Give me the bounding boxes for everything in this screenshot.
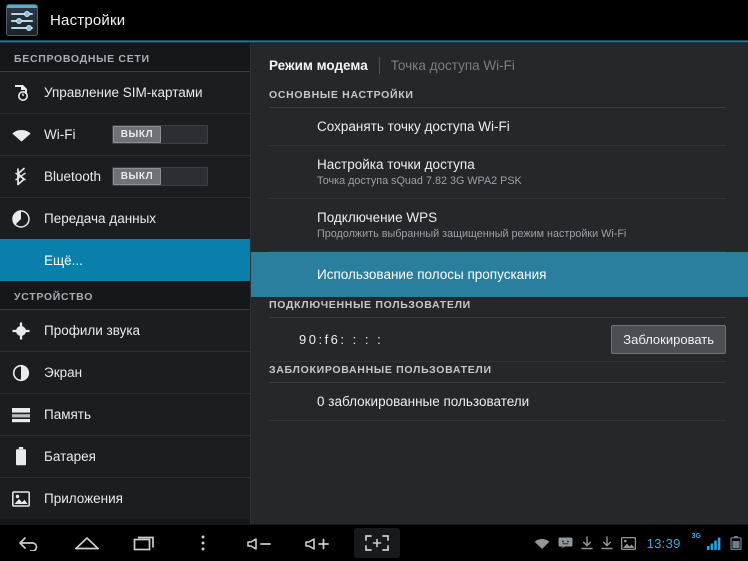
row-title: Использование полосы пропускания [317, 267, 547, 282]
row-title: Сохранять точку доступа Wi-Fi [317, 119, 510, 134]
recents-icon[interactable] [116, 525, 174, 561]
section-header-main-settings: ОСНОВНЫЕ НАСТРОЙКИ [269, 89, 414, 101]
row-keep-wifi-hotspot[interactable]: Сохранять точку доступа Wi-Fi [269, 108, 726, 146]
sidebar-section-header: УСТРОЙСТВО [14, 291, 94, 303]
sidebar-item-label: Ещё... [44, 253, 83, 268]
sidebar-item-bluetooth[interactable]: Bluetooth ВЫКЛ [0, 155, 250, 197]
sidebar-item-sim-management[interactable]: Управление SIM-картами [0, 71, 250, 113]
table-row[interactable]: 90:f6: : : : Заблокировать [269, 318, 726, 362]
android-settings-screen: Настройки БЕСПРОВОДНЫЕ СЕТИ Управление S… [0, 0, 748, 561]
sim-card-icon [10, 82, 32, 104]
signal-bars-icon [707, 536, 722, 550]
tethering-content-panel: Режим модема Точка доступа Wi-Fi ОСНОВНЫ… [251, 43, 748, 524]
settings-sidebar[interactable]: БЕСПРОВОДНЫЕ СЕТИ Управление SIM-картами… [0, 43, 251, 524]
sidebar-item-label: Wi-Fi [44, 127, 76, 142]
title-bar: Настройки [0, 0, 748, 40]
sms-icon [558, 537, 573, 549]
display-brightness-icon [10, 362, 32, 384]
screenshot-icon[interactable] [354, 528, 400, 558]
sound-profiles-icon [10, 320, 32, 342]
section-header-connected-users: ПОДКЛЮЧЕННЫЕ ПОЛЬЗОВАТЕЛИ [269, 299, 471, 311]
row-title: Подключение WPS [317, 210, 438, 225]
battery-status-icon [730, 536, 742, 550]
connected-user-mac: 90:f6: : : : [299, 332, 384, 347]
row-title: 0 заблокированные пользователи [317, 394, 530, 409]
sidebar-item-storage[interactable]: Память [0, 393, 250, 435]
breadcrumb-inactive-tab[interactable]: Точка доступа Wi-Fi [391, 58, 515, 73]
battery-icon [10, 446, 32, 468]
storage-icon [10, 404, 32, 426]
network-type-label: 3G [691, 533, 701, 540]
row-blocked-users-count[interactable]: 0 заблокированные пользователи [269, 383, 726, 421]
toggle-state-label: ВЫКЛ [113, 168, 161, 185]
sidebar-item-label: Профили звука [44, 323, 141, 338]
row-wps-connection[interactable]: Подключение WPS Продолжить выбранный защ… [269, 199, 726, 252]
breadcrumb-active-tab[interactable]: Режим модема [269, 58, 368, 73]
sidebar-item-label: Память [44, 407, 92, 422]
breadcrumb-separator [378, 57, 380, 74]
sidebar-item-label: Приложения [44, 491, 123, 506]
back-icon[interactable] [0, 525, 58, 561]
section-header-blocked-users: ЗАБЛОКИРОВАННЫЕ ПОЛЬЗОВАТЕЛИ [269, 364, 492, 376]
sidebar-item-battery[interactable]: Батарея [0, 435, 250, 477]
row-bandwidth-usage[interactable]: Использование полосы пропускания [251, 252, 748, 297]
sidebar-item-apps[interactable]: Приложения [0, 477, 250, 519]
sidebar-item-display[interactable]: Экран [0, 351, 250, 393]
wifi-status-icon [534, 537, 550, 550]
wifi-icon [10, 124, 32, 146]
sidebar-item-wifi[interactable]: Wi-Fi ВЫКЛ [0, 113, 250, 155]
volume-down-icon[interactable] [232, 525, 290, 561]
row-title: Настройка точки доступа [317, 157, 475, 172]
sidebar-item-label: Bluetooth [44, 169, 102, 184]
bluetooth-toggle[interactable]: ВЫКЛ [112, 167, 208, 186]
status-clock: 13:39 [646, 535, 681, 551]
screenshot-saved-icon [620, 536, 636, 550]
settings-sliders-icon [6, 4, 38, 36]
bluetooth-icon [10, 166, 32, 188]
apps-icon [10, 488, 32, 510]
status-bar-icons: 13:39 3G [534, 525, 742, 561]
volume-up-icon[interactable] [290, 525, 348, 561]
block-user-button[interactable]: Заблокировать [611, 325, 726, 354]
row-subtitle: Точка доступа sQuad 7.82 3G WPA2 PSK [317, 175, 522, 187]
sidebar-item-label: Экран [44, 365, 83, 380]
toggle-state-label: ВЫКЛ [113, 126, 161, 143]
sidebar-item-more[interactable]: Ещё... [0, 239, 250, 281]
sidebar-item-sound-profiles[interactable]: Профили звука [0, 309, 250, 351]
download-icon [600, 536, 613, 550]
sidebar-item-data-usage[interactable]: Передача данных [0, 197, 250, 239]
sidebar-section-header: БЕСПРОВОДНЫЕ СЕТИ [14, 53, 150, 65]
home-icon[interactable] [58, 525, 116, 561]
sidebar-item-label: Батарея [44, 449, 96, 464]
download-icon [580, 536, 593, 550]
row-configure-hotspot[interactable]: Настройка точки доступа Точка доступа sQ… [269, 146, 726, 199]
data-usage-icon [10, 208, 32, 230]
main-body: БЕСПРОВОДНЫЕ СЕТИ Управление SIM-картами… [0, 43, 748, 524]
sidebar-item-label: Передача данных [44, 211, 157, 226]
row-subtitle: Продолжить выбранный защищенный режим на… [317, 228, 627, 240]
sidebar-item-label: Управление SIM-картами [44, 85, 203, 100]
menu-icon[interactable] [174, 525, 232, 561]
wifi-toggle[interactable]: ВЫКЛ [112, 125, 208, 144]
breadcrumb: Режим модема Точка доступа Wi-Fi [251, 43, 748, 87]
page-title: Настройки [50, 11, 126, 29]
navigation-bar: 13:39 3G [0, 524, 748, 561]
